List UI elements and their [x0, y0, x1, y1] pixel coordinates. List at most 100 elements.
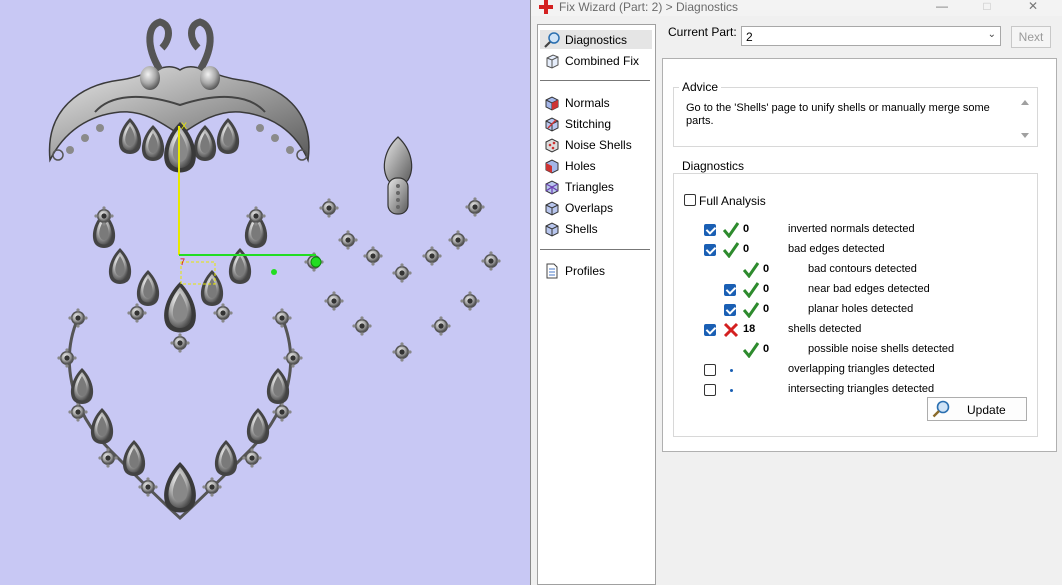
minimize-button[interactable]: — — [927, 0, 957, 14]
diagnostics-panel: Go to the 'Shells' page to unify shells … — [662, 58, 1057, 452]
row-count: 0 — [763, 303, 770, 315]
nav-item-diagnostics[interactable]: Diagnostics — [540, 30, 652, 49]
cube-icon — [546, 53, 559, 69]
holes-icon — [545, 158, 559, 174]
noise-shells-icon — [545, 137, 559, 153]
row-count: 18 — [743, 323, 756, 335]
row-checkbox[interactable] — [724, 304, 736, 316]
nav-label: Normals — [565, 95, 610, 110]
diagnostics-title: Diagnostics — [679, 159, 748, 173]
advice-text: Go to the 'Shells' page to unify shells … — [686, 102, 990, 127]
current-part-select[interactable]: 2 ⌄ — [741, 26, 1001, 46]
full-analysis-checkbox[interactable] — [684, 194, 696, 206]
check-icon — [743, 342, 759, 358]
nav-item-overlaps[interactable]: Overlaps — [540, 198, 652, 217]
nav-item-shells[interactable]: Shells — [540, 219, 652, 238]
row-count: 0 — [743, 243, 750, 255]
check-icon — [743, 302, 759, 318]
3d-viewport[interactable]: 7 X — [0, 0, 530, 585]
update-label: Update — [967, 403, 1006, 417]
magnifier-icon — [544, 31, 560, 48]
row-label: shells detected — [788, 323, 862, 335]
current-part-value: 2 — [746, 30, 753, 44]
nav-label: Noise Shells — [565, 137, 632, 152]
triangles-icon — [545, 179, 559, 195]
nav-label: Diagnostics — [565, 32, 628, 47]
diag-row-shells: 18 shells detected — [663, 321, 1053, 339]
check-icon — [723, 222, 739, 238]
check-icon — [723, 242, 739, 258]
content-area: Current Part: 2 ⌄ Next Go to the 'Shells… — [656, 14, 1062, 585]
cube-normals-icon — [545, 95, 559, 111]
check-icon — [743, 282, 759, 298]
row-count: 0 — [763, 283, 770, 295]
row-label: near bad edges detected — [808, 283, 930, 295]
diag-row-overlapping-triangles: overlapping triangles detected — [663, 361, 1053, 379]
row-count: 0 — [763, 263, 770, 275]
advice-group: Go to the 'Shells' page to unify shells … — [673, 87, 1038, 147]
nav-item-normals[interactable]: Normals — [540, 93, 652, 112]
jewelry-model-render: 7 X — [48, 18, 501, 521]
update-button[interactable]: Update — [927, 397, 1027, 421]
row-label: overlapping triangles detected — [788, 363, 935, 375]
current-part-label: Current Part: — [668, 25, 737, 39]
row-label: bad contours detected — [808, 263, 917, 275]
pending-dot-icon — [730, 389, 733, 392]
loose-settings — [304, 197, 501, 362]
row-checkbox[interactable] — [704, 364, 716, 376]
stitching-icon — [545, 116, 559, 132]
row-label: inverted normals detected — [788, 223, 915, 235]
nav-label: Overlaps — [565, 200, 614, 215]
row-checkbox[interactable] — [724, 284, 736, 296]
nav-item-combined-fix[interactable]: Combined Fix — [540, 51, 652, 70]
document-icon — [546, 263, 558, 278]
nav-item-profiles[interactable]: Profiles — [540, 261, 652, 280]
overlaps-icon — [545, 200, 559, 216]
chevron-down-icon: ⌄ — [987, 29, 996, 40]
window-title: Fix Wizard (Part: 2) > Diagnostics — [559, 0, 739, 14]
diag-row-bad-contours: 0 bad contours detected — [663, 261, 1053, 279]
close-button[interactable]: ✕ — [1018, 0, 1048, 14]
diag-row-bad-edges: 0 bad edges detected — [663, 241, 1053, 259]
nav-item-triangles[interactable]: Triangles — [540, 177, 652, 196]
nav-label: Triangles — [565, 179, 614, 194]
nav-label: Profiles — [565, 263, 606, 278]
svg-text:7: 7 — [180, 257, 185, 267]
nav-separator — [540, 80, 650, 81]
row-label: planar holes detected — [808, 303, 914, 315]
next-button[interactable]: Next — [1011, 26, 1051, 48]
advice-title: Advice — [679, 80, 722, 94]
row-checkbox[interactable] — [704, 384, 716, 396]
row-label: possible noise shells detected — [808, 343, 955, 355]
row-count: 0 — [743, 223, 750, 235]
check-icon — [743, 262, 759, 278]
pending-dot-icon — [730, 369, 733, 372]
nav-item-noise-shells[interactable]: Noise Shells — [540, 135, 652, 154]
row-checkbox[interactable] — [704, 224, 716, 236]
nav-label: Combined Fix — [565, 53, 640, 68]
nav-label: Stitching — [565, 116, 612, 131]
wizard-nav: Diagnostics Combined Fix Normals Stitchi… — [537, 24, 656, 585]
shells-icon — [545, 221, 559, 237]
row-label: bad edges detected — [788, 243, 885, 255]
diag-row-inverted-normals: 0 inverted normals detected — [663, 221, 1053, 239]
nav-item-holes[interactable]: Holes — [540, 156, 652, 175]
nav-label: Shells — [565, 221, 598, 236]
diag-row-noise-shells: 0 possible noise shells detected — [663, 341, 1053, 359]
row-count: 0 — [763, 343, 770, 355]
row-checkbox[interactable] — [704, 324, 716, 336]
nav-separator — [540, 249, 650, 250]
svg-text:X: X — [181, 121, 187, 131]
red-cross-icon — [539, 0, 553, 14]
nav-label: Holes — [565, 158, 596, 173]
full-analysis-label: Full Analysis — [699, 194, 766, 208]
row-checkbox[interactable] — [704, 244, 716, 256]
fix-wizard-dialog: Fix Wizard (Part: 2) > Diagnostics — □ ✕… — [530, 0, 1062, 585]
nav-item-stitching[interactable]: Stitching — [540, 114, 652, 133]
magnifier-icon — [932, 400, 950, 418]
advice-scrollbar[interactable] — [1019, 98, 1031, 140]
maximize-button[interactable]: □ — [972, 0, 1002, 14]
error-x-icon — [723, 322, 739, 338]
row-label: intersecting triangles detected — [788, 383, 935, 395]
diag-row-near-bad-edges: 0 near bad edges detected — [663, 281, 1053, 299]
